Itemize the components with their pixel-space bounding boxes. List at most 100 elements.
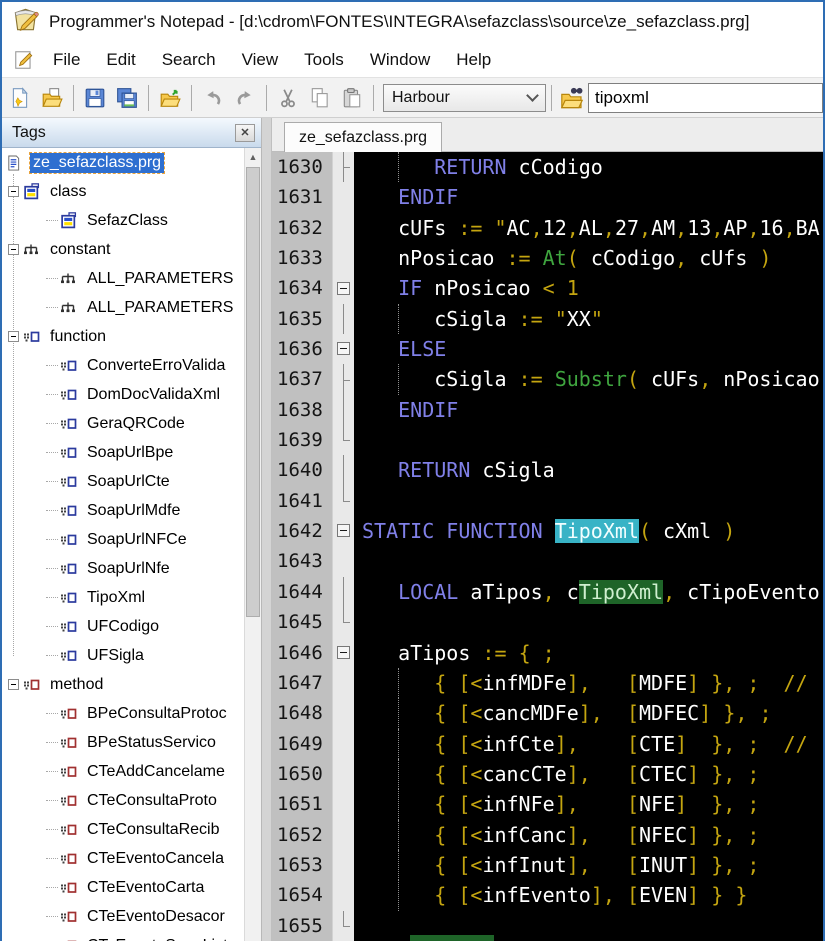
toolbar-separator [191, 85, 192, 111]
expander-minus-icon[interactable] [8, 244, 19, 255]
code-line-1639 [354, 425, 823, 455]
tree-item-converteerrovalida[interactable]: ConverteErroValida [2, 351, 244, 380]
panel-splitter[interactable] [262, 118, 272, 941]
tree-item-function[interactable]: function [2, 322, 244, 351]
method-icon [60, 908, 78, 925]
code-line-1647: { [<infMDFe], [MDFE] }, ; // [354, 668, 823, 698]
menu-item-file[interactable]: File [40, 46, 93, 74]
tree-item-label: BPeConsultaProtoc [84, 704, 230, 724]
tree-item-method[interactable]: method [2, 670, 244, 699]
fold-collapse-icon[interactable] [333, 273, 354, 303]
line-number: 1630 [277, 152, 332, 182]
tree-connector [46, 829, 58, 830]
find-in-files-icon[interactable] [557, 82, 586, 114]
line-number: 1639 [277, 425, 332, 455]
line-number: 1645 [277, 607, 332, 637]
constant-icon [60, 270, 78, 287]
tree-connector [46, 742, 58, 743]
tree-item-class[interactable]: class [2, 177, 244, 206]
tree-item-cteeventocarta[interactable]: CTeEventoCarta [2, 873, 244, 902]
expander-minus-icon[interactable] [8, 186, 19, 197]
code-line-1653: { [<infInut], [INUT] }, ; [354, 850, 823, 880]
tree-item-label: CTeEventoSoapList [84, 936, 231, 941]
tree-item-bpeconsultaprotoc[interactable]: BPeConsultaProtoc [2, 699, 244, 728]
tree-connector [46, 278, 58, 279]
tree-item-soapurlcte[interactable]: SoapUrlCte [2, 467, 244, 496]
tree-item-cteaddcancelame[interactable]: CTeAddCancelame [2, 757, 244, 786]
function-icon [60, 502, 78, 519]
code-line-1638: ENDIF [354, 395, 823, 425]
undo-icon[interactable] [197, 82, 229, 114]
close-icon[interactable]: ✕ [235, 124, 255, 142]
menu-item-edit[interactable]: Edit [93, 46, 148, 74]
search-input[interactable] [588, 83, 823, 113]
save-icon[interactable] [79, 82, 111, 114]
tree-item-soapurlnfce[interactable]: SoapUrlNFCe [2, 525, 244, 554]
tree-item-soapurlbpe[interactable]: SoapUrlBpe [2, 438, 244, 467]
tree-item-bpestatusservico[interactable]: BPeStatusServico [2, 728, 244, 757]
tree-item-label: CTeEventoDesacor [84, 907, 228, 927]
tree-item-label: SoapUrlNfe [84, 559, 173, 579]
copy-icon[interactable] [304, 82, 336, 114]
fold-collapse-icon[interactable] [333, 334, 354, 364]
menu-item-window[interactable]: Window [357, 46, 443, 74]
scheme-select[interactable]: Harbour [383, 84, 546, 112]
code-line-1651: { [<infNFe], [NFE] }, ; [354, 789, 823, 819]
expander-minus-icon[interactable] [8, 331, 19, 342]
fold-marker [333, 698, 354, 728]
tree-item-cteconsultaproto[interactable]: CTeConsultaProto [2, 786, 244, 815]
menu-item-tools[interactable]: Tools [291, 46, 357, 74]
save-all-icon[interactable] [111, 82, 143, 114]
scrollbar-thumb[interactable] [246, 167, 260, 617]
new-file-icon[interactable] [4, 82, 36, 114]
expander-minus-icon[interactable] [8, 679, 19, 690]
toolbar-separator [148, 85, 149, 111]
tree-item-ufcodigo[interactable]: UFCodigo [2, 612, 244, 641]
fold-collapse-icon[interactable] [333, 516, 354, 546]
tree-connector [46, 800, 58, 801]
tree-connector [46, 423, 58, 424]
tree-item-soapurlmdfe[interactable]: SoapUrlMdfe [2, 496, 244, 525]
tree-item-soapurlnfe[interactable]: SoapUrlNfe [2, 554, 244, 583]
tree-item-cteconsultarecib[interactable]: CTeConsultaRecib [2, 815, 244, 844]
tree-item-sefazclass[interactable]: SefazClass [2, 206, 244, 235]
tab-ze-sefazclass[interactable]: ze_sefazclass.prg [284, 122, 442, 152]
code-line-1640: RETURN cSigla [354, 455, 823, 485]
tree-item-all-parameters[interactable]: ALL_PARAMETERS [2, 293, 244, 322]
tags-panel-header: Tags ✕ [2, 118, 261, 148]
code-area[interactable]: RETURN cCodigo ENDIF cUFs := "AC,12,AL,2… [354, 152, 823, 941]
tree-item-geraqrcode[interactable]: GeraQRCode [2, 409, 244, 438]
tree-item-cteeventocancela[interactable]: CTeEventoCancela [2, 844, 244, 873]
fold-margin[interactable] [332, 152, 354, 941]
tree-item-constant[interactable]: constant [2, 235, 244, 264]
chevron-down-icon [526, 89, 539, 102]
menu-item-search[interactable]: Search [149, 46, 229, 74]
scrollbar-up-icon[interactable]: ▲ [245, 148, 261, 166]
class-icon [23, 183, 41, 200]
tree-item-ufsigla[interactable]: UFSigla [2, 641, 244, 670]
line-number: 1648 [277, 698, 332, 728]
tree-item-domdocvalidaxml[interactable]: DomDocValidaXml [2, 380, 244, 409]
open-file-icon[interactable] [36, 82, 68, 114]
redo-icon[interactable] [229, 82, 261, 114]
function-icon [60, 444, 78, 461]
tab-bar: ze_sefazclass.prg [272, 118, 823, 152]
scheme-select-value: Harbour [392, 89, 450, 107]
fold-collapse-icon[interactable] [333, 638, 354, 668]
tree-item-cteeventodesacor[interactable]: CTeEventoDesacor [2, 902, 244, 931]
menu-item-view[interactable]: View [229, 46, 292, 74]
tree-scrollbar[interactable]: ▲ [244, 148, 261, 941]
file-icon [6, 154, 24, 171]
tree-connector [46, 626, 58, 627]
tree-item-cteeventosoaplist[interactable]: CTeEventoSoapList [2, 931, 244, 941]
project-open-icon[interactable] [154, 82, 186, 114]
line-number: 1653 [277, 850, 332, 880]
tree-item-tipoxml[interactable]: TipoXml [2, 583, 244, 612]
paste-icon[interactable] [336, 82, 368, 114]
tree-item-all-parameters[interactable]: ALL_PARAMETERS [2, 264, 244, 293]
fold-marker [333, 182, 354, 212]
tree-item-ze-sefazclass-prg[interactable]: ze_sefazclass.prg [2, 148, 244, 177]
menu-item-help[interactable]: Help [443, 46, 504, 74]
cut-icon[interactable] [272, 82, 304, 114]
indent-guide [398, 850, 399, 880]
